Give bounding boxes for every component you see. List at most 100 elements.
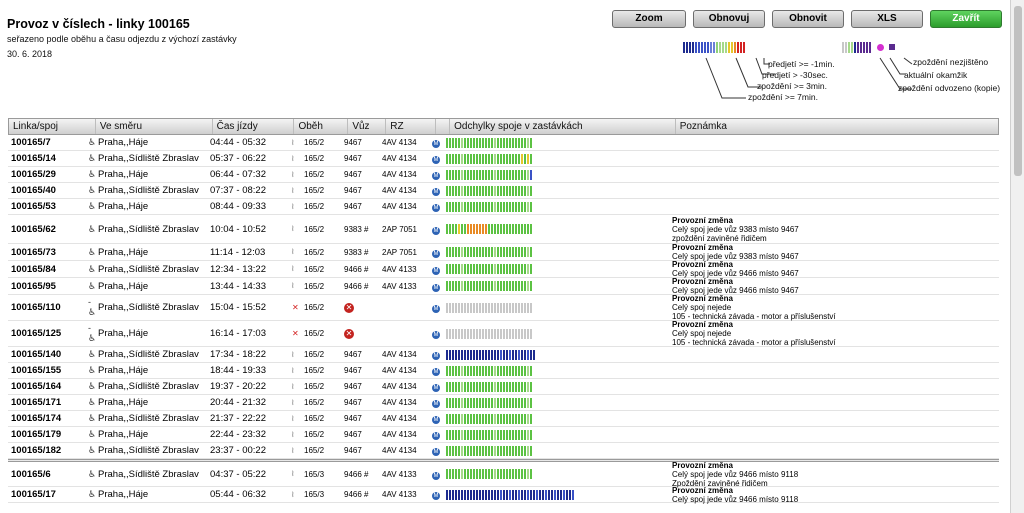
obeh-cell[interactable]: 165/2 — [301, 225, 341, 234]
deviation-bars[interactable] — [443, 365, 669, 376]
map-icon-cell[interactable]: M — [429, 137, 443, 148]
table-row[interactable]: 100165/125 -♿ Praha,,Háje 16:14 - 17:03 ✕ 165… — [8, 320, 999, 347]
deviation-bars[interactable] — [443, 445, 669, 456]
map-icon[interactable]: M — [432, 172, 440, 180]
map-icon-cell[interactable]: M — [429, 247, 443, 258]
vuz-cell[interactable]: 9467 — [341, 446, 379, 455]
vuz-cell[interactable]: 9466 # — [341, 470, 379, 479]
table-row[interactable]: 100165/40 ♿ Praha,,Sídliště Zbraslav 07:37 … — [8, 183, 999, 199]
map-icon-cell[interactable]: M — [429, 489, 443, 500]
table-row[interactable]: 100165/17 ♿ Praha,,Háje 05:44 - 06:32 ⧘ 165/3… — [8, 486, 999, 504]
map-icon[interactable]: M — [432, 331, 440, 339]
vuz-cell[interactable]: 9466 # — [341, 490, 379, 499]
map-icon-cell[interactable]: M — [429, 328, 443, 339]
table-row[interactable]: 100165/29 ♿ Praha,,Háje 06:44 - 07:32 ⧘ 165/2… — [8, 167, 999, 183]
vuz-cell[interactable]: 9467 — [341, 202, 379, 211]
vuz-cell[interactable]: 9467 — [341, 414, 379, 423]
col-header-vuz[interactable]: Vůz — [348, 119, 387, 134]
deviation-bars[interactable] — [443, 328, 669, 339]
map-icon-cell[interactable]: M — [429, 169, 443, 180]
table-row[interactable]: 100165/164 ♿ Praha,,Sídliště Zbraslav 19:37… — [8, 379, 999, 395]
linka-cell[interactable]: 100165/125 — [8, 328, 85, 339]
deviation-bars[interactable] — [443, 469, 669, 479]
map-icon-cell[interactable]: M — [429, 445, 443, 456]
table-row[interactable]: 100165/140 ♿ Praha,,Sídliště Zbraslav 17:34… — [8, 347, 999, 363]
map-icon-cell[interactable]: M — [429, 469, 443, 480]
table-row[interactable]: 100165/7 ♿ Praha,,Háje 04:44 - 05:32 ⧘ 165/2 9… — [8, 135, 999, 151]
map-icon-cell[interactable]: M — [429, 185, 443, 196]
vuz-cell[interactable]: 9467 — [341, 154, 379, 163]
map-icon[interactable]: M — [432, 156, 440, 164]
deviation-bars[interactable] — [443, 489, 669, 500]
obeh-cell[interactable]: 165/3 — [301, 470, 341, 479]
map-icon[interactable]: M — [432, 226, 440, 235]
table-row[interactable]: 100165/84 ♿ Praha,,Sídliště Zbraslav 12:34 … — [8, 260, 999, 278]
obeh-cell[interactable]: 165/2 — [301, 366, 341, 375]
obeh-cell[interactable]: 165/2 — [301, 170, 341, 179]
linka-cell[interactable]: 100165/53 — [8, 201, 85, 212]
obeh-cell[interactable]: 165/2 — [301, 382, 341, 391]
map-icon[interactable]: M — [432, 492, 440, 500]
table-row[interactable]: 100165/73 ♿ Praha,,Háje 11:14 - 12:03 ⧘ 165/2… — [8, 243, 999, 261]
map-icon[interactable]: M — [432, 266, 440, 275]
deviation-bars[interactable] — [443, 349, 669, 360]
map-icon-cell[interactable]: M — [429, 349, 443, 360]
deviation-bars[interactable] — [443, 201, 669, 212]
vuz-cell[interactable]: ✕ — [341, 328, 379, 339]
linka-cell[interactable]: 100165/174 — [8, 413, 85, 424]
linka-cell[interactable]: 100165/6 — [8, 469, 85, 480]
obeh-cell[interactable]: 165/2 — [301, 303, 341, 312]
linka-cell[interactable]: 100165/84 — [8, 264, 85, 275]
linka-cell[interactable]: 100165/164 — [8, 381, 85, 392]
linka-cell[interactable]: 100165/155 — [8, 365, 85, 376]
obeh-cell[interactable]: 165/2 — [301, 265, 341, 274]
col-header-cas[interactable]: Čas jízdy — [213, 119, 295, 134]
deviation-bars[interactable] — [443, 397, 669, 408]
col-header-rz[interactable]: RZ — [386, 119, 437, 134]
obeh-cell[interactable]: 165/2 — [301, 350, 341, 359]
obeh-cell[interactable]: 165/2 — [301, 398, 341, 407]
vuz-cell[interactable]: 9383 # — [341, 225, 379, 234]
obnovit-button[interactable]: Obnovit — [772, 10, 844, 28]
col-header-linka[interactable]: Linka/spoj — [9, 119, 96, 134]
vuz-cell[interactable]: 9467 — [341, 138, 379, 147]
map-icon[interactable]: M — [432, 249, 440, 258]
xls-button[interactable]: XLS — [851, 10, 923, 28]
deviation-bars[interactable] — [443, 224, 669, 234]
linka-cell[interactable]: 100165/182 — [8, 445, 85, 456]
map-icon-cell[interactable]: M — [429, 381, 443, 392]
table-row[interactable]: 100165/95 ♿ Praha,,Háje 13:44 - 14:33 ⧘ 165/2… — [8, 277, 999, 295]
map-icon[interactable]: M — [432, 204, 440, 212]
deviation-bars[interactable] — [443, 413, 669, 424]
map-icon-cell[interactable]: M — [429, 397, 443, 408]
deviation-bars[interactable] — [443, 247, 669, 257]
vuz-cell[interactable]: 9467 — [341, 186, 379, 195]
linka-cell[interactable]: 100165/110 — [8, 302, 85, 313]
obeh-cell[interactable]: 165/2 — [301, 446, 341, 455]
obeh-cell[interactable]: 165/2 — [301, 138, 341, 147]
linka-cell[interactable]: 100165/62 — [8, 224, 85, 235]
obeh-cell[interactable]: 165/3 — [301, 490, 341, 499]
vuz-cell[interactable]: 9466 # — [341, 265, 379, 274]
vuz-cell[interactable]: 9467 — [341, 350, 379, 359]
linka-cell[interactable]: 100165/40 — [8, 185, 85, 196]
map-icon[interactable]: M — [432, 471, 440, 480]
zavrit-button[interactable]: Zavřít — [930, 10, 1002, 28]
linka-cell[interactable]: 100165/179 — [8, 429, 85, 440]
obeh-cell[interactable]: 165/2 — [301, 430, 341, 439]
obeh-cell[interactable]: 165/2 — [301, 329, 341, 338]
deviation-bars[interactable] — [443, 429, 669, 440]
obeh-cell[interactable]: 165/2 — [301, 186, 341, 195]
table-row[interactable]: 100165/62 ♿ Praha,,Sídliště Zbraslav 10:04 … — [8, 215, 999, 244]
obnovuj-button[interactable]: Obnovuj — [693, 10, 765, 28]
scrollbar-thumb[interactable] — [1014, 6, 1022, 176]
col-header-poznamka[interactable]: Poznámka — [676, 119, 998, 134]
obeh-cell[interactable]: 165/2 — [301, 202, 341, 211]
table-row[interactable]: 100165/174 ♿ Praha,,Sídliště Zbraslav 21:37… — [8, 411, 999, 427]
vuz-cell[interactable]: ✕ — [341, 302, 379, 313]
obeh-cell[interactable]: 165/2 — [301, 248, 341, 257]
map-icon[interactable]: M — [432, 352, 440, 360]
deviation-bars[interactable] — [443, 281, 669, 291]
map-icon-cell[interactable]: M — [429, 365, 443, 376]
linka-cell[interactable]: 100165/17 — [8, 489, 85, 500]
